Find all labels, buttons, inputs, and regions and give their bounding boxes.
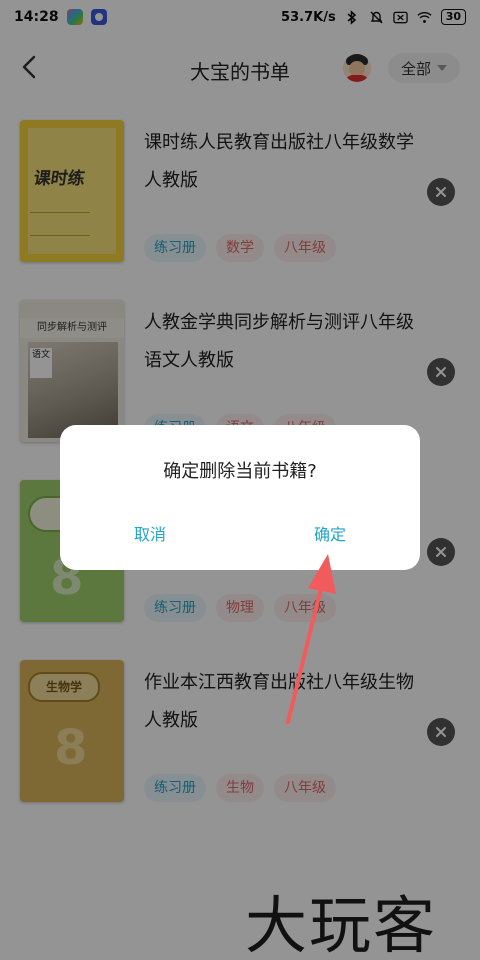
annotation-arrow-icon (286, 554, 336, 724)
watermark-logo: 大玩客 (245, 889, 438, 960)
dialog-message: 确定删除当前书籍? (163, 461, 317, 482)
cancel-button[interactable]: 取消 (90, 521, 210, 549)
confirm-dialog: 确定删除当前书籍? 取消 确定 (60, 425, 420, 570)
